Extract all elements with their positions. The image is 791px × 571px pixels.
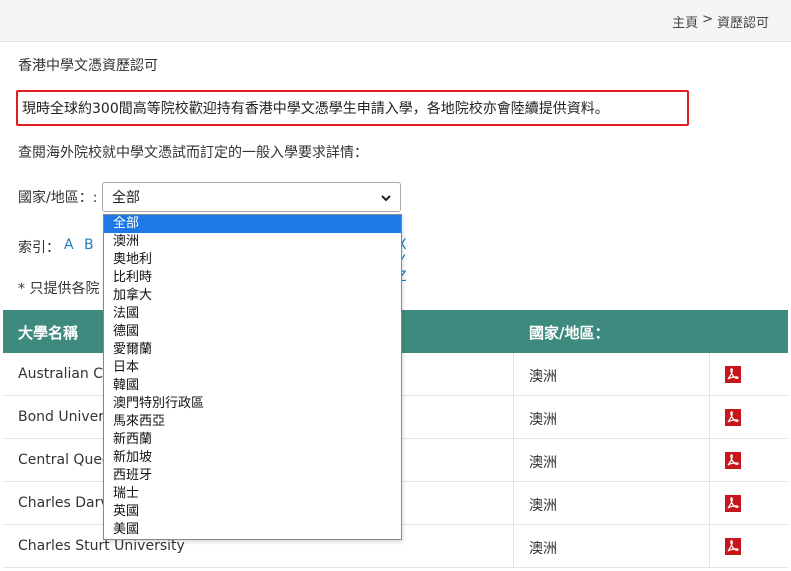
column-divider bbox=[709, 525, 710, 567]
column-divider bbox=[513, 353, 514, 395]
university-name[interactable]: Bond Univers bbox=[18, 409, 111, 425]
dropdown-option[interactable]: 愛爾蘭 bbox=[104, 341, 401, 359]
dropdown-option[interactable]: 澳洲 bbox=[104, 233, 401, 251]
pdf-icon[interactable] bbox=[725, 409, 741, 426]
chevron-down-icon bbox=[381, 195, 391, 202]
dropdown-option[interactable]: 法國 bbox=[104, 305, 401, 323]
dropdown-option[interactable]: 美國 bbox=[104, 521, 401, 539]
dropdown-option[interactable]: 比利時 bbox=[104, 269, 401, 287]
country-select[interactable]: 全部 bbox=[102, 182, 401, 212]
index-label: 索引： bbox=[18, 240, 60, 256]
dropdown-option[interactable]: 韓國 bbox=[104, 377, 401, 395]
column-divider bbox=[709, 439, 710, 481]
pdf-icon[interactable] bbox=[725, 452, 741, 469]
breadcrumb-home-link[interactable]: 主頁 bbox=[672, 12, 698, 31]
column-divider bbox=[709, 353, 710, 395]
column-divider bbox=[709, 482, 710, 524]
country-filter-label: 國家/地區：: bbox=[18, 190, 98, 206]
column-divider bbox=[513, 396, 514, 438]
university-country: 澳洲 bbox=[529, 541, 557, 557]
dropdown-option[interactable]: 馬來西亞 bbox=[104, 413, 401, 431]
dropdown-option-all[interactable]: 全部 bbox=[104, 215, 401, 233]
column-divider bbox=[513, 525, 514, 567]
country-select-value: 全部 bbox=[112, 190, 140, 206]
column-divider bbox=[513, 482, 514, 524]
pdf-icon[interactable] bbox=[725, 366, 741, 383]
dropdown-option[interactable]: 德國 bbox=[104, 323, 401, 341]
breadcrumb-separator: > bbox=[702, 12, 713, 27]
dropdown-option[interactable]: 加拿大 bbox=[104, 287, 401, 305]
column-divider bbox=[513, 439, 514, 481]
dropdown-option[interactable]: 西班牙 bbox=[104, 467, 401, 485]
intro-text: 查閱海外院校就中學文憑試而訂定的一般入學要求詳情： bbox=[18, 145, 368, 161]
pdf-icon[interactable] bbox=[725, 538, 741, 555]
dropdown-option[interactable]: 奧地利 bbox=[104, 251, 401, 269]
column-divider bbox=[709, 396, 710, 438]
university-name[interactable]: Charles Darv bbox=[18, 495, 109, 511]
university-country: 澳洲 bbox=[529, 369, 557, 385]
dropdown-option[interactable]: 日本 bbox=[104, 359, 401, 377]
footnote: * 只提供各院 bbox=[18, 281, 100, 297]
header-university-name: 大學名稱 bbox=[18, 324, 79, 342]
pdf-icon[interactable] bbox=[725, 495, 741, 512]
breadcrumb: 主頁 > 資歷認可 bbox=[672, 12, 769, 31]
dropdown-option[interactable]: 英國 bbox=[104, 503, 401, 521]
country-filter-row: 國家/地區：: 全部 bbox=[18, 182, 401, 212]
notice-box: 現時全球約300間高等院校歡迎持有香港中學文憑學生申請入學，各地院校亦會陸續提供… bbox=[16, 90, 689, 126]
university-name[interactable]: Charles Sturt University bbox=[18, 538, 185, 554]
dropdown-option[interactable]: 瑞士 bbox=[104, 485, 401, 503]
page-title: 香港中學文憑資歷認可 bbox=[18, 58, 158, 74]
dropdown-option[interactable]: 新加坡 bbox=[104, 449, 401, 467]
university-country: 澳洲 bbox=[529, 412, 557, 428]
country-dropdown-list: 全部 澳洲 奧地利 比利時 加拿大 法國 德國 愛爾蘭 日本 韓國 澳門特別行政… bbox=[103, 214, 402, 540]
breadcrumb-current: 資歷認可 bbox=[716, 16, 769, 31]
university-country: 澳洲 bbox=[529, 498, 557, 514]
top-bar: 主頁 > 資歷認可 bbox=[0, 0, 791, 42]
header-country: 國家/地區： bbox=[529, 324, 610, 342]
university-name[interactable]: Central Quee bbox=[18, 452, 111, 468]
dropdown-option[interactable]: 澳門特別行政區 bbox=[104, 395, 401, 413]
notice-text: 現時全球約300間高等院校歡迎持有香港中學文憑學生申請入學，各地院校亦會陸續提供… bbox=[22, 101, 609, 117]
university-country: 澳洲 bbox=[529, 455, 557, 471]
university-name[interactable]: Australian Ca bbox=[18, 366, 112, 382]
dropdown-option[interactable]: 新西蘭 bbox=[104, 431, 401, 449]
